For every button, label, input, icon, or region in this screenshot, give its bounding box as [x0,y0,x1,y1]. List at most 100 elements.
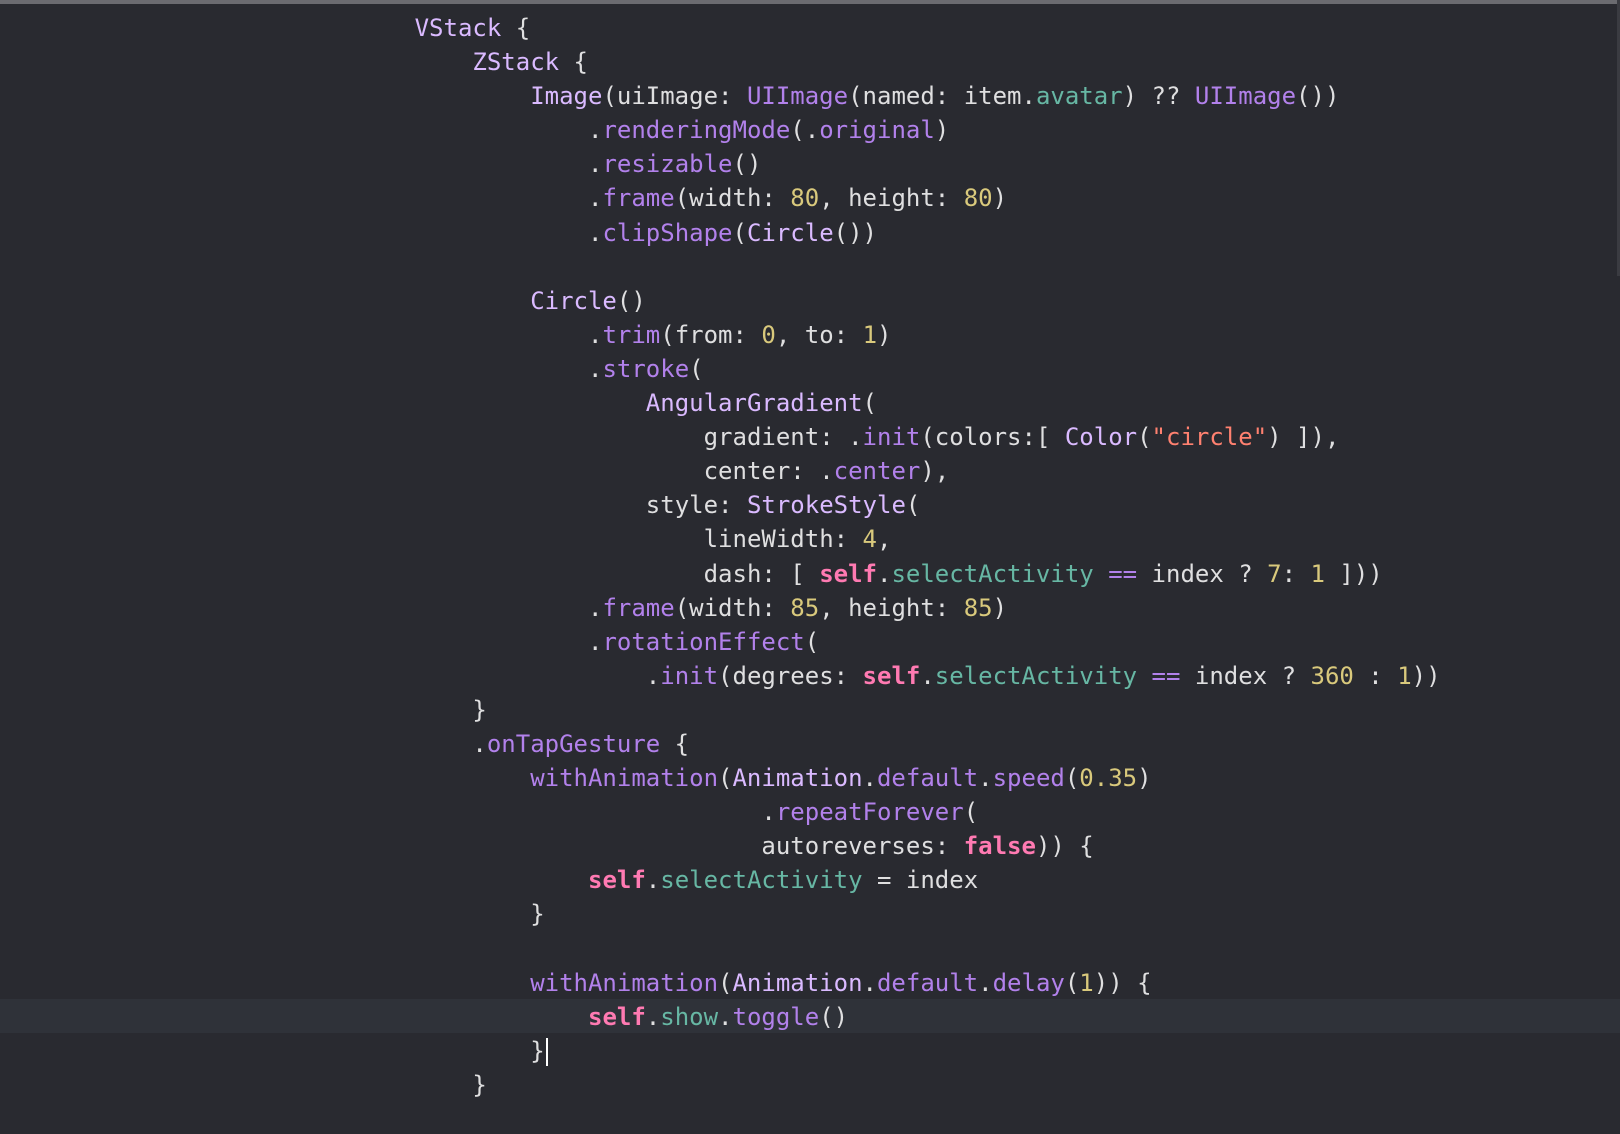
code-line[interactable]: AngularGradient( [0,386,1620,420]
code-token: 0.35 [1079,764,1138,793]
code-line[interactable]: .init(degrees: self.selectActivity == in… [0,659,1620,693]
code-token: 85 [963,593,993,622]
code-token: } [472,695,487,724]
code-token: speed [992,764,1065,793]
code-editor[interactable]: VStack {ZStack {Image(uiImage: UIImage(n… [0,0,1620,1134]
code-token: { [559,48,588,77]
code-line[interactable]: lineWidth: 4, [0,522,1620,556]
code-token: gradient: . [703,423,863,452]
code-token: VStack [414,14,502,42]
code-token: . [761,798,776,827]
code-line[interactable] [0,932,1620,966]
code-token: )) { [1093,968,1152,997]
code-token: ( [1064,764,1080,793]
code-line[interactable]: VStack { [0,11,1620,45]
code-token: clipShape [602,218,733,247]
code-token: == [1108,559,1138,588]
code-token: . [718,1002,733,1031]
code-token: . [588,150,603,179]
code-token: , height: [819,184,964,213]
code-line[interactable]: .frame(width: 85, height: 85) [0,591,1620,625]
code-token: init [862,423,921,452]
code-line[interactable]: .rotationEffect( [0,625,1620,659]
code-token: 1 [1079,968,1094,997]
code-token: () [616,286,646,315]
code-token: . [645,866,661,895]
code-token: )) { [1035,832,1094,861]
code-line[interactable]: style: StrokeStyle( [0,488,1620,522]
code-line[interactable]: autoreverses: false)) { [0,829,1620,863]
code-token: . [588,116,603,145]
code-token: 85 [790,593,820,622]
code-token: = index [862,866,979,895]
code-token: . [645,661,661,690]
code-token: repeatForever [775,798,964,827]
code-token: index ? [1180,661,1311,690]
code-line[interactable]: withAnimation(Animation.default.delay(1)… [0,966,1620,1000]
code-text-area[interactable]: VStack {ZStack {Image(uiImage: UIImage(n… [0,11,1620,1102]
code-line[interactable]: .frame(width: 80, height: 80) [0,181,1620,215]
code-token: withAnimation [530,968,719,997]
text-cursor [545,1037,548,1066]
code-token: 80 [790,184,820,213]
code-token: ) [934,116,950,145]
code-line[interactable]: } [0,1068,1620,1102]
code-line[interactable]: Circle() [0,284,1620,318]
code-line[interactable]: Image(uiImage: UIImage(named: item.avata… [0,79,1620,113]
code-token: ()) [833,218,878,247]
code-token: selectActivity [660,866,863,895]
code-token: . [588,354,603,383]
code-line[interactable] [0,250,1620,284]
code-token: Image [530,82,603,111]
code-line[interactable]: self.show.toggle() [0,1000,1620,1034]
code-token: . [588,320,603,349]
code-token: self [588,866,646,895]
code-line[interactable]: } [0,693,1620,727]
code-token: ) [877,320,892,349]
code-token: ( [718,764,733,793]
code-token: ( [905,491,921,520]
code-line[interactable]: .onTapGesture { [0,727,1620,761]
code-token: center [833,457,921,486]
code-token: original [819,116,935,145]
code-token: onTapGesture [486,729,661,758]
editor-top-border [0,0,1620,4]
code-line[interactable]: self.selectActivity = index [0,863,1620,897]
code-token: ( [1064,968,1080,997]
code-line[interactable]: } [0,897,1620,931]
code-token: default [876,764,979,793]
code-token: dash: [ [703,559,820,588]
code-token: ( [718,968,733,997]
code-token: autoreverses: [761,832,964,861]
code-token: 4 [862,525,877,554]
code-token: self [588,1002,646,1031]
code-token: delay [992,968,1065,997]
code-token: , height: [819,593,964,622]
code-line[interactable]: withAnimation(Animation.default.speed(0.… [0,761,1620,795]
code-token: rotationEffect [602,627,805,656]
code-token: ( [1137,423,1152,452]
code-line[interactable]: .renderingMode(.original) [0,113,1620,147]
code-token: center: . [703,457,834,486]
code-line[interactable]: center: .center), [0,454,1620,488]
code-line[interactable]: gradient: .init(colors:[ Color("circle")… [0,420,1620,454]
code-token: ( [963,798,979,827]
code-token: ZStack [472,48,560,77]
code-token: default [876,968,979,997]
code-line[interactable]: .trim(from: 0, to: 1) [0,318,1620,352]
code-line[interactable]: .resizable() [0,147,1620,181]
code-line[interactable]: } [0,1034,1620,1068]
code-token: . [920,661,935,690]
code-line[interactable]: .clipShape(Circle()) [0,216,1620,250]
code-line[interactable]: ZStack { [0,45,1620,79]
code-token: { [501,14,531,42]
code-line[interactable]: dash: [ self.selectActivity == index ? 7… [0,557,1620,591]
code-token: } [530,900,545,929]
code-line[interactable]: .repeatForever( [0,795,1620,829]
code-token: init [660,661,719,690]
code-token: )) [1411,661,1441,690]
code-token: . [862,764,877,793]
code-token: index ? [1137,559,1268,588]
code-line[interactable]: .stroke( [0,352,1620,386]
